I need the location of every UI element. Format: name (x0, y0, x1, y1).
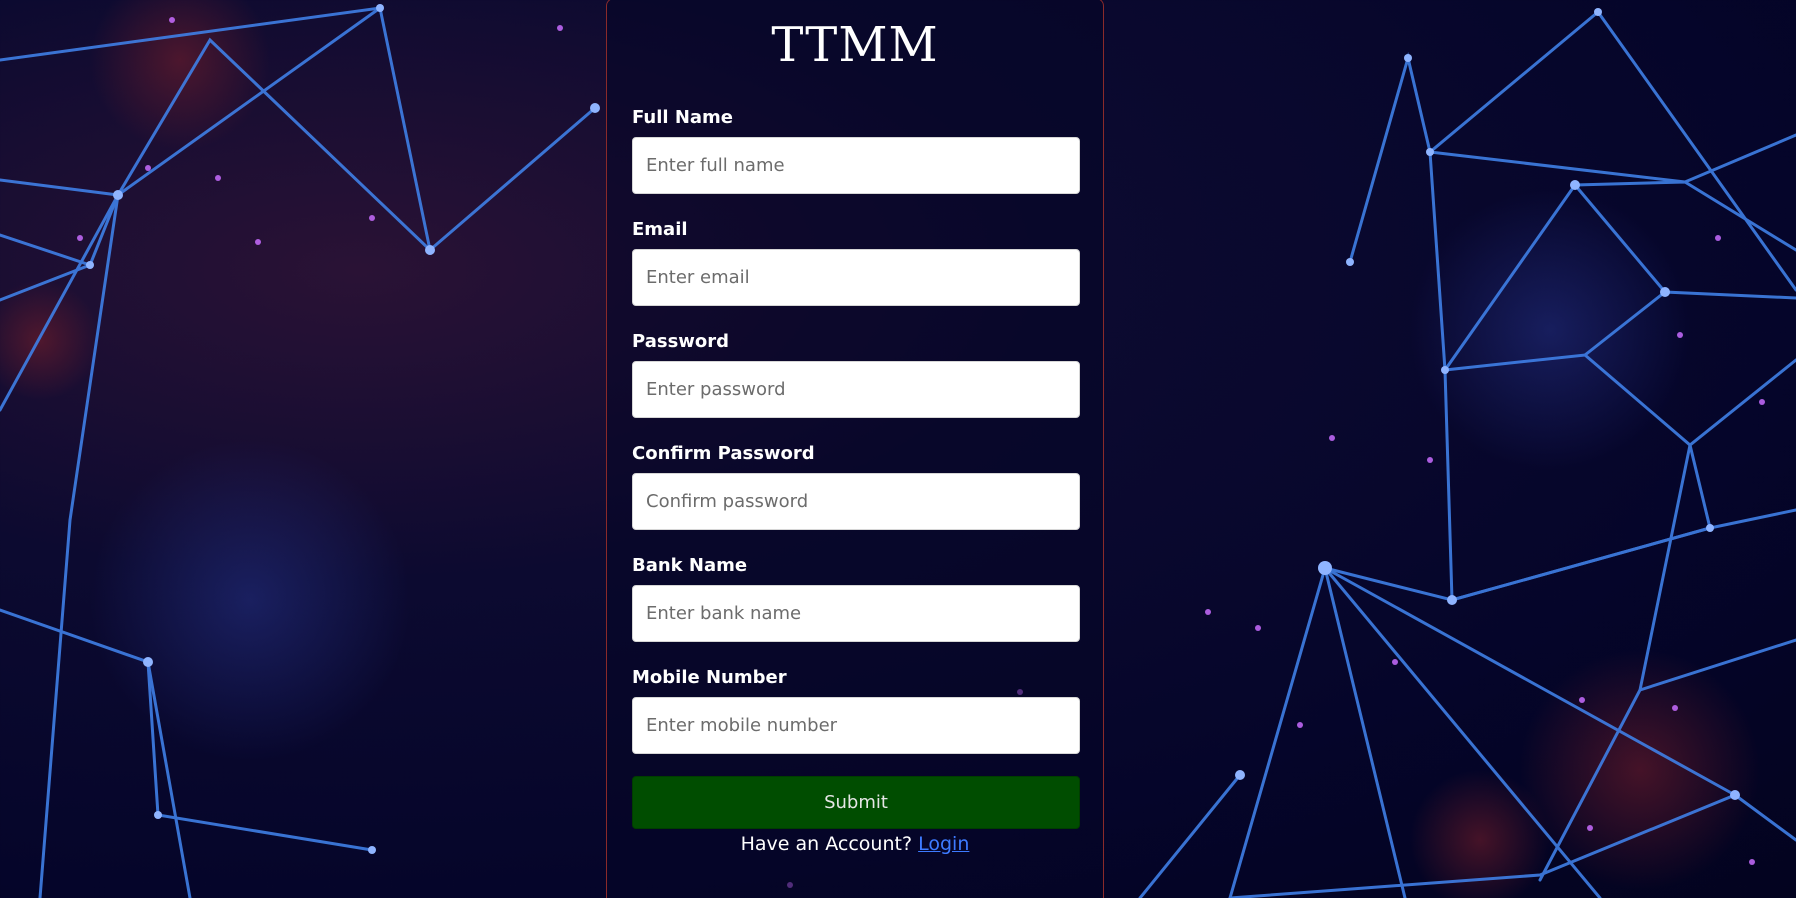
confirm-password-input[interactable] (632, 473, 1080, 530)
mobile-number-input[interactable] (632, 697, 1080, 754)
mobile-number-label: Mobile Number (632, 667, 787, 688)
full-name-label: Full Name (632, 107, 733, 128)
login-prompt: Have an Account? Login (607, 833, 1103, 855)
password-label: Password (632, 331, 730, 352)
brand-title: TTMM (771, 17, 939, 73)
bank-name-group: Bank Name (632, 553, 1080, 642)
signup-card: TTMM Full Name Email Password Confirm Pa… (606, 0, 1104, 898)
confirm-password-group: Confirm Password (632, 441, 1080, 530)
bank-name-label: Bank Name (632, 555, 748, 576)
email-input[interactable] (632, 249, 1080, 306)
email-label: Email (632, 219, 688, 240)
have-account-text: Have an Account? (740, 833, 913, 855)
login-link[interactable]: Login (918, 833, 969, 855)
full-name-group: Full Name (632, 105, 1080, 194)
bank-name-input[interactable] (632, 585, 1080, 642)
email-group: Email (632, 217, 1080, 306)
submit-button[interactable]: Submit (632, 776, 1080, 829)
full-name-input[interactable] (632, 137, 1080, 194)
mobile-number-group: Mobile Number (632, 665, 1080, 754)
password-input[interactable] (632, 361, 1080, 418)
confirm-password-label: Confirm Password (632, 443, 815, 464)
password-group: Password (632, 329, 1080, 418)
